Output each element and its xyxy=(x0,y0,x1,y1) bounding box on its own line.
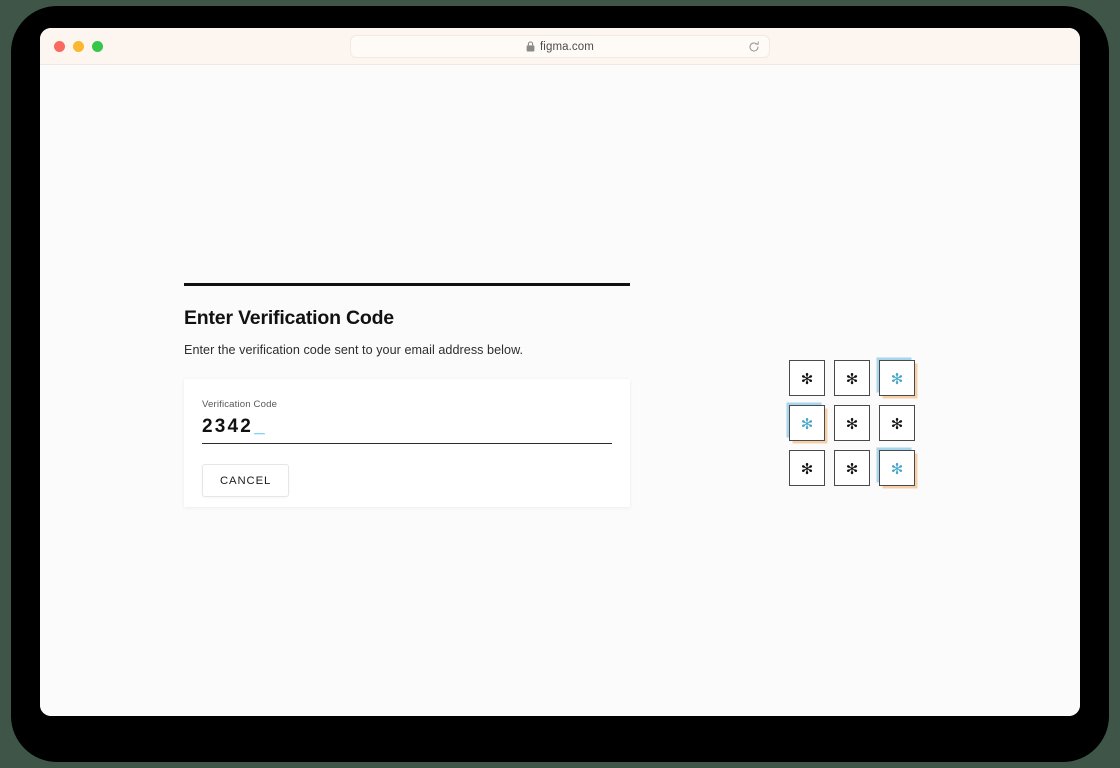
asterisk-icon: ✻ xyxy=(845,370,859,388)
asterisk-cell-r3c2[interactable]: ✻ xyxy=(834,450,870,486)
asterisk-cell-r3c1[interactable]: ✻ xyxy=(789,450,825,486)
asterisk-icon: ✻ xyxy=(890,370,904,388)
asterisk-icon: ✻ xyxy=(800,370,814,388)
asterisk-cell-r1c2[interactable]: ✻ xyxy=(834,360,870,396)
page-title: Enter Verification Code xyxy=(184,307,394,329)
page-viewport: Enter Verification Code Enter the verifi… xyxy=(40,65,1080,716)
browser-window: figma.com Enter Verification Code Enter … xyxy=(40,28,1080,716)
asterisk-cell-r2c1[interactable]: ✻ xyxy=(789,405,825,441)
asterisk-cell-r2c3[interactable]: ✻ xyxy=(879,405,915,441)
text-cursor: _ xyxy=(254,416,265,437)
lock-icon xyxy=(526,41,535,52)
cancel-button[interactable]: CANCEL xyxy=(202,464,290,497)
asterisk-icon: ✻ xyxy=(890,415,904,433)
page-subtitle: Enter the verification code sent to your… xyxy=(184,343,524,357)
asterisk-cell-r1c3[interactable]: ✻ xyxy=(879,360,915,396)
asterisk-cell-r3c3[interactable]: ✻ xyxy=(879,450,915,486)
section-divider-rule xyxy=(184,283,630,286)
asterisk-icon: ✻ xyxy=(845,415,859,433)
asterisk-cell-r1c1[interactable]: ✻ xyxy=(789,360,825,396)
verification-code-label: Verification Code xyxy=(202,399,278,410)
close-window-button[interactable] xyxy=(54,41,65,52)
traffic-light-group xyxy=(54,41,103,52)
reload-icon[interactable] xyxy=(748,40,760,53)
asterisk-cell-r2c2[interactable]: ✻ xyxy=(834,405,870,441)
asterisk-icon: ✻ xyxy=(800,460,814,478)
asterisk-icon: ✻ xyxy=(890,460,904,478)
verification-code-input[interactable]: 2342 _ xyxy=(202,416,612,444)
address-bar[interactable]: figma.com xyxy=(350,35,770,58)
verification-section: Enter Verification Code Enter the verifi… xyxy=(184,283,630,507)
browser-titlebar: figma.com xyxy=(40,28,1080,65)
address-bar-url: figma.com xyxy=(540,40,594,53)
verification-form-card: Verification Code 2342 _ CANCEL xyxy=(184,379,630,507)
verification-code-value: 2342 xyxy=(202,416,254,437)
asterisk-grid: ✻ ✻ ✻ ✻ ✻ ✻ ✻ ✻ ✻ xyxy=(789,360,915,486)
asterisk-icon: ✻ xyxy=(845,460,859,478)
address-bar-content: figma.com xyxy=(526,41,594,53)
asterisk-icon: ✻ xyxy=(800,415,814,433)
minimize-window-button[interactable] xyxy=(73,41,84,52)
maximize-window-button[interactable] xyxy=(92,41,103,52)
